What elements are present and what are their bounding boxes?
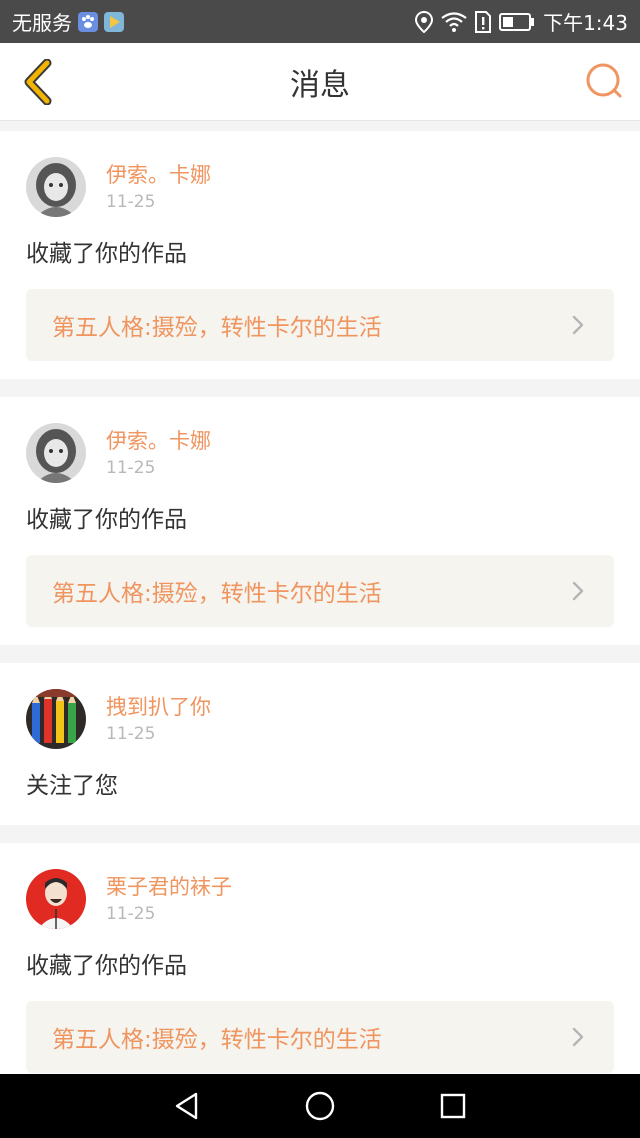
back-arrow-icon [24,59,52,105]
square-recents-icon [441,1093,466,1119]
app-root: 无服务 下午1:43 消息 伊索。卡娜 11-25 收藏了你的作品 第五人格:摄… [0,0,640,1138]
message-header: 拽到扒了你 11-25 [26,689,614,749]
work-link[interactable]: 第五人格:摄殓，转性卡尔的生活 [26,555,614,627]
carrier-text: 无服务 [12,11,72,35]
app-header: 消息 [0,43,640,121]
location-icon [415,10,434,33]
status-bar-right: 下午1:43 [415,7,628,36]
nav-home-button[interactable] [295,1081,345,1131]
page-title: 消息 [290,67,350,103]
message-meta: 伊索。卡娜 11-25 [106,157,211,215]
avatar[interactable] [26,689,86,749]
username[interactable]: 拽到扒了你 [106,693,211,721]
message-card: 伊索。卡娜 11-25 收藏了你的作品 第五人格:摄殓，转性卡尔的生活 [0,131,640,379]
work-title: 第五人格:摄殓，转性卡尔的生活 [52,581,382,607]
status-bar-left: 无服务 [12,7,124,36]
clock-text: 下午1:43 [543,11,628,35]
work-link[interactable]: 第五人格:摄殓，转性卡尔的生活 [26,289,614,361]
message-meta: 栗子君的袜子 11-25 [106,869,232,927]
baidu-paw-icon [78,11,98,32]
chevron-right-icon [568,315,588,335]
message-action: 关注了您 [26,773,118,799]
message-date: 11-25 [106,458,156,478]
work-title: 第五人格:摄殓，转性卡尔的生活 [52,315,382,341]
message-action: 收藏了你的作品 [26,241,187,267]
message-meta: 伊索。卡娜 11-25 [106,423,211,481]
avatar[interactable] [26,423,86,483]
circle-home-icon [305,1091,335,1121]
work-title: 第五人格:摄殓，转性卡尔的生活 [52,1027,382,1053]
avatar[interactable] [26,869,86,929]
message-date: 11-25 [106,724,156,744]
message-card: 栗子君的袜子 11-25 收藏了你的作品 第五人格:摄殓，转性卡尔的生活 [0,843,640,1091]
message-date: 11-25 [106,192,156,212]
message-header: 栗子君的袜子 11-25 [26,869,614,929]
triangle-back-icon [175,1092,197,1120]
chevron-right-icon [568,1027,588,1047]
work-link[interactable]: 第五人格:摄殓，转性卡尔的生活 [26,1001,614,1073]
system-nav-bar [0,1074,640,1138]
search-button[interactable] [582,59,626,103]
message-card: 拽到扒了你 11-25 关注了您 [0,663,640,825]
message-date: 11-25 [106,904,156,924]
wifi-icon [441,11,467,32]
battery-icon [499,12,535,31]
play-store-icon [104,11,124,32]
message-card: 伊索。卡娜 11-25 收藏了你的作品 第五人格:摄殓，转性卡尔的生活 [0,397,640,645]
search-icon [586,63,622,98]
back-button[interactable] [14,57,62,107]
sim-alert-icon [475,10,492,33]
username[interactable]: 伊索。卡娜 [106,427,211,455]
username[interactable]: 栗子君的袜子 [106,873,232,901]
message-header: 伊索。卡娜 11-25 [26,423,614,483]
message-header: 伊索。卡娜 11-25 [26,157,614,217]
message-list[interactable]: 伊索。卡娜 11-25 收藏了你的作品 第五人格:摄殓，转性卡尔的生活 伊索。卡… [0,131,640,1109]
username[interactable]: 伊索。卡娜 [106,161,211,189]
message-meta: 拽到扒了你 11-25 [106,689,211,747]
nav-recents-button[interactable] [428,1081,478,1131]
avatar[interactable] [26,157,86,217]
chevron-right-icon [568,581,588,601]
status-bar: 无服务 下午1:43 [0,0,640,43]
message-action: 收藏了你的作品 [26,507,187,533]
message-action: 收藏了你的作品 [26,953,187,979]
nav-back-button[interactable] [162,1081,212,1131]
